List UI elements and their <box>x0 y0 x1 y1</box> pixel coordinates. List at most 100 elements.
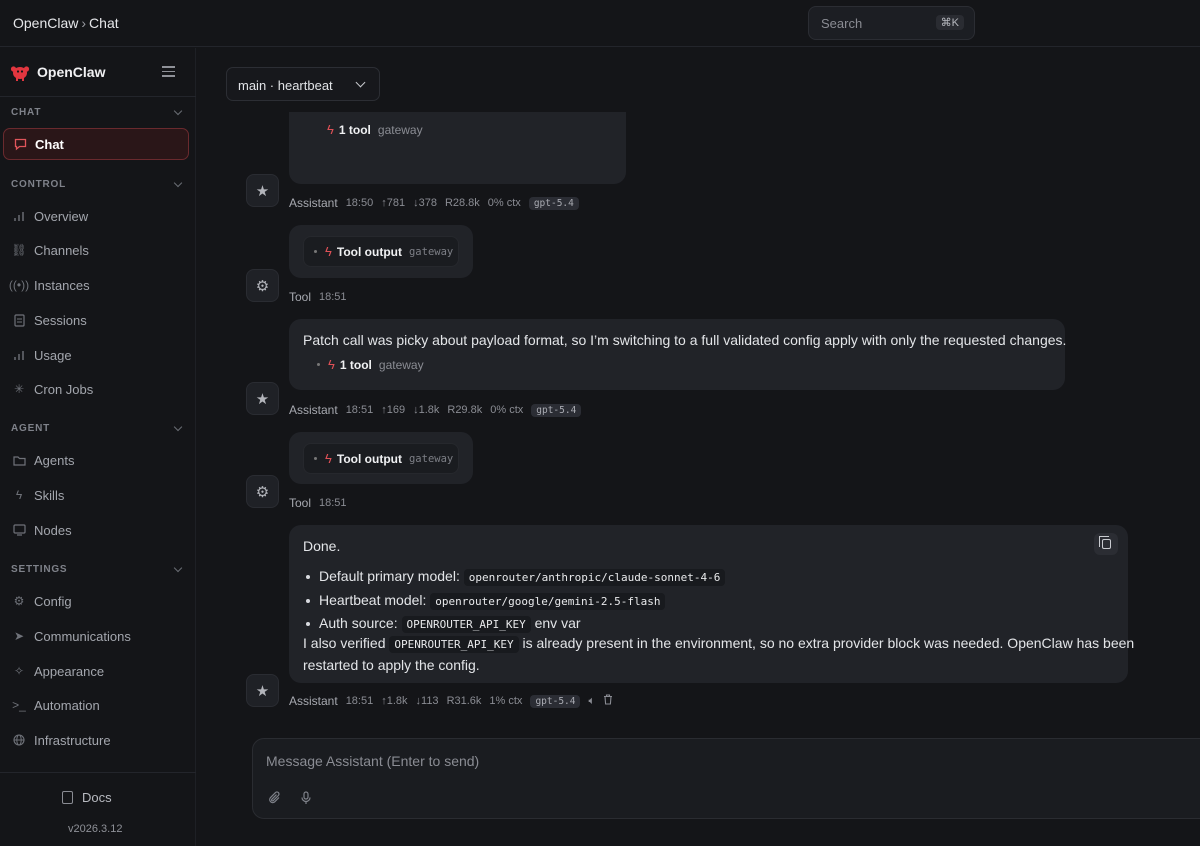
message-author: Tool <box>289 290 312 304</box>
tool-call-summary[interactable]: ϟ 1 tool gateway <box>327 122 423 137</box>
tool-output-label: Tool output <box>336 244 402 259</box>
model-badge: gpt-5.4 <box>528 196 579 210</box>
search-input[interactable]: Search ⌘K <box>808 6 975 40</box>
sidebar-item-cron-jobs[interactable]: ✳ Cron Jobs <box>3 373 189 405</box>
monitor-icon <box>12 523 26 537</box>
sidebar-item-agents[interactable]: Agents <box>3 444 189 476</box>
docs-label: Docs <box>82 790 112 805</box>
message-meta: Assistant 18:51 ↑169 ↓1.8k R29.8k 0% ctx… <box>289 403 589 417</box>
sidebar-item-automation[interactable]: >_ Automation <box>3 689 189 721</box>
tokens-in: ↑781 <box>381 197 406 209</box>
bar-chart-icon <box>12 209 26 223</box>
search-placeholder: Search <box>821 16 863 31</box>
sidebar-item-infrastructure[interactable]: Infrastructure <box>3 724 189 756</box>
model-badge: gpt-5.4 <box>531 403 582 417</box>
docs-link[interactable]: Docs <box>62 790 112 805</box>
sidebar-item-config[interactable]: ⚙ Config <box>3 585 189 617</box>
sidebar-item-overview[interactable]: Overview <box>3 200 189 232</box>
bullet <box>314 250 317 253</box>
paragraph-text: I also verified <box>303 635 386 651</box>
paragraph-text: is already present in the environment, s… <box>522 635 1135 651</box>
message-text: Done. <box>303 538 341 554</box>
folder-icon <box>12 453 26 467</box>
sidebar-item-chat[interactable]: Chat <box>3 128 189 160</box>
section-title: AGENT <box>11 423 50 434</box>
brand[interactable]: OpenClaw <box>10 62 105 82</box>
trash-icon[interactable] <box>603 694 613 708</box>
context-usage: 1% ctx <box>489 695 523 707</box>
terminal-icon: >_ <box>12 698 26 712</box>
document-icon <box>12 313 26 327</box>
chat-thread[interactable]: ϟ 1 tool gateway ★ Assistant 18:50 ↑781 … <box>197 112 1200 732</box>
section-agent[interactable]: AGENT <box>11 422 183 437</box>
gear-icon: ⚙ <box>13 594 25 608</box>
gear-icon: ⚙ <box>255 483 270 501</box>
breadcrumb-root[interactable]: OpenClaw <box>13 15 78 31</box>
section-control[interactable]: CONTROL <box>11 178 183 193</box>
tool-avatar: ⚙ <box>246 269 279 302</box>
divider <box>0 772 196 773</box>
sidebar-item-appearance[interactable]: ✧ Appearance <box>3 655 189 687</box>
chevron-down-icon <box>173 422 183 432</box>
radio-icon: ((•)) <box>8 278 30 292</box>
tool-output-chip[interactable]: ϟ Tool output gateway <box>303 236 459 267</box>
tokens-out: ↓378 <box>413 197 437 209</box>
bullet <box>317 363 320 366</box>
context-usage: 0% ctx <box>487 197 521 209</box>
sidebar-item-skills[interactable]: ϟ Skills <box>3 479 189 511</box>
message-composer[interactable]: Message Assistant (Enter to send) <box>252 738 1200 819</box>
tool-call-summary[interactable]: ϟ 1 tool gateway <box>317 357 424 372</box>
sidebar-item-label: Skills <box>34 487 65 503</box>
loader-icon: ✳ <box>13 382 25 396</box>
sidebar-item-communications[interactable]: ➤ Communications <box>3 620 189 652</box>
message-meta: Assistant 18:51 ↑1.8k ↓113 R31.6k 1% ctx… <box>289 694 621 708</box>
section-title: SETTINGS <box>11 564 68 575</box>
context-usage: 0% ctx <box>490 404 524 416</box>
sidebar-item-channels[interactable]: ⛓ Channels <box>3 234 189 266</box>
sidebar-item-instances[interactable]: ((•)) Instances <box>3 269 189 301</box>
speaker-icon[interactable]: 🔈︎ <box>588 695 595 708</box>
section-settings[interactable]: SETTINGS <box>11 563 183 578</box>
tool-call-label: 1 tool <box>338 122 371 137</box>
bullet <box>314 457 317 460</box>
sidebar-item-label: Communications <box>34 628 131 644</box>
composer-placeholder: Message Assistant (Enter to send) <box>266 753 480 769</box>
sidebar-item-sessions[interactable]: Sessions <box>3 304 189 336</box>
menu-toggle-icon[interactable] <box>162 66 175 77</box>
link-icon: ⛓ <box>11 243 27 257</box>
copy-icon[interactable] <box>1094 533 1118 555</box>
chevron-down-icon <box>173 106 183 116</box>
section-chat[interactable]: CHAT <box>11 106 183 121</box>
list-item: Heartbeat model: openrouter/google/gemin… <box>304 589 1114 613</box>
tokens-out: ↓113 <box>415 695 439 707</box>
tool-output-chip[interactable]: ϟ Tool output gateway <box>303 443 459 474</box>
breadcrumb-current: Chat <box>89 15 119 31</box>
tool-source: gateway <box>378 357 424 372</box>
sidebar-item-label: Chat <box>35 136 64 152</box>
sidebar-item-label: Infrastructure <box>34 732 111 748</box>
tokens-in: ↑169 <box>381 404 406 416</box>
sparkle-icon: ✧ <box>13 664 25 678</box>
tool-avatar: ⚙ <box>246 475 279 508</box>
sidebar-item-usage[interactable]: Usage <box>3 339 189 371</box>
assistant-avatar: ★ <box>246 174 279 207</box>
sidebar-item-label: Sessions <box>34 312 87 328</box>
paperclip-icon[interactable] <box>268 791 282 808</box>
bolt-icon: ϟ <box>328 357 335 372</box>
section-title: CHAT <box>11 107 42 118</box>
message-time: 18:51 <box>319 497 347 509</box>
message-author: Assistant <box>289 694 338 708</box>
sidebar-item-nodes[interactable]: Nodes <box>3 514 189 546</box>
send-icon: ➤ <box>13 629 25 643</box>
tool-source: gateway <box>408 245 454 258</box>
session-select[interactable]: main · heartbeat <box>226 67 380 101</box>
section-title: CONTROL <box>11 179 67 190</box>
assistant-message-bubble: Done. Default primary model: openrouter/… <box>289 525 1134 683</box>
tool-output-label: Tool output <box>336 451 402 466</box>
microphone-icon[interactable] <box>300 791 312 808</box>
assistant-avatar: ★ <box>246 382 279 415</box>
assistant-message-bubble: Patch call was picky about payload forma… <box>289 319 1066 390</box>
bolt-icon: ϟ <box>15 488 23 502</box>
chevron-down-icon <box>173 563 183 573</box>
book-icon <box>62 791 73 804</box>
